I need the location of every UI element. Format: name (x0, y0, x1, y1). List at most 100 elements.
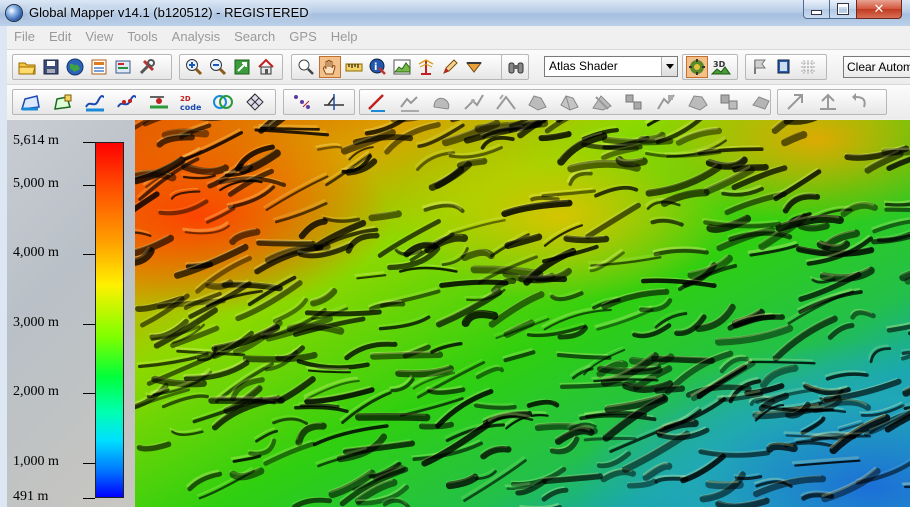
3d-path-icon[interactable] (463, 56, 485, 78)
menu-bar: File Edit View Tools Analysis Search GPS… (7, 26, 910, 48)
chevron-down-icon[interactable] (661, 57, 677, 76)
terrain-shaded-relief[interactable] (135, 120, 910, 507)
globe-icon[interactable] (64, 56, 86, 78)
shader-dropdown-value: Atlas Shader (549, 59, 618, 73)
minimize-button[interactable] (803, 0, 830, 19)
intersect-icon[interactable] (747, 87, 777, 117)
create-point-icon[interactable] (144, 87, 174, 117)
create-area-icon[interactable] (16, 87, 46, 117)
ridge-shadow (748, 360, 816, 365)
3d-view-icon[interactable]: 3D (710, 56, 732, 78)
zoom-in-icon[interactable] (183, 56, 205, 78)
ridge-shadow (766, 442, 798, 453)
binoculars-toolbar (501, 54, 529, 80)
create-toolbar: 2D code (12, 89, 276, 115)
maximize-icon (837, 3, 849, 15)
app-window: Global Mapper v14.1 (b120512) - REGISTER… (0, 0, 910, 507)
draw-line-icon[interactable] (363, 87, 393, 117)
edit-line-icon[interactable] (112, 87, 142, 117)
clear-auto-dropdown[interactable]: Clear Autom (843, 56, 910, 78)
create-line-icon[interactable] (80, 87, 110, 117)
arrow-up-right-icon[interactable] (781, 87, 811, 117)
feature-info-icon[interactable]: i (367, 56, 389, 78)
zoom-toolbar (179, 54, 283, 80)
elevation-color-ramp (95, 142, 124, 498)
cut-icon[interactable] (587, 87, 617, 117)
grid-icon[interactable] (240, 87, 270, 117)
graticule-icon[interactable] (797, 56, 819, 78)
pan-hand-icon[interactable] (319, 56, 341, 78)
svg-text:i: i (374, 62, 377, 73)
insert-vertex-icon[interactable] (619, 87, 649, 117)
menu-edit[interactable]: Edit (42, 26, 78, 48)
menu-gps[interactable]: GPS (282, 26, 323, 48)
digitizer-icon[interactable] (439, 56, 461, 78)
arrow-up-icon[interactable] (813, 87, 843, 117)
path-profile-icon[interactable] (391, 56, 413, 78)
map-view[interactable]: 5,614 m 5,000 m 4,000 m 3,000 m 2,000 m 1,000… (7, 120, 910, 507)
legend-tick (83, 142, 95, 143)
maximize-button[interactable] (829, 0, 857, 19)
open-folder-icon[interactable] (16, 56, 38, 78)
rotate-icon[interactable] (491, 87, 521, 117)
arrow-toolbar (777, 89, 887, 115)
menu-file[interactable]: File (7, 26, 42, 48)
close-button[interactable]: ✕ (856, 0, 902, 19)
ridge-shadow (881, 148, 910, 156)
code-icon[interactable]: 2D code (176, 87, 206, 117)
flag-icon[interactable] (749, 56, 771, 78)
terrain-map[interactable] (135, 120, 910, 507)
crop-icon[interactable] (683, 87, 713, 117)
tools-toolbar: i (291, 54, 505, 80)
edit-toolbar (359, 87, 803, 117)
smooth-icon[interactable] (459, 87, 489, 117)
save-icon[interactable] (40, 56, 62, 78)
union-icon[interactable] (715, 87, 745, 117)
legend-label: 2,000 m (13, 384, 59, 400)
measure-icon[interactable] (343, 56, 365, 78)
menu-help[interactable]: Help (324, 26, 365, 48)
toolbar-row-2: 2D code (7, 84, 910, 119)
legend-label: 3,000 m (13, 314, 59, 330)
menu-tools[interactable]: Tools (120, 26, 164, 48)
home-icon[interactable] (255, 56, 277, 78)
undo-arrow-icon[interactable] (845, 87, 875, 117)
window-title: Global Mapper v14.1 (b120512) - REGISTER… (29, 5, 309, 20)
ridge-highlight (256, 238, 312, 242)
shader-dropdown[interactable]: Atlas Shader (544, 56, 678, 77)
vertex-select-icon[interactable] (287, 87, 317, 117)
split-area-icon[interactable] (555, 87, 585, 117)
move-icon[interactable] (395, 87, 425, 117)
legend-label: 4,000 m (13, 245, 59, 261)
zoom-tool-icon[interactable] (295, 56, 317, 78)
ridge-highlight (881, 147, 910, 151)
globe-app-icon[interactable] (6, 5, 22, 21)
shader-settings-icon[interactable] (686, 56, 708, 78)
zoom-out-icon[interactable] (207, 56, 229, 78)
tools-icon[interactable] (136, 56, 158, 78)
toolbar-row-1: i Atlas Shader 3D Clear Autom (7, 49, 910, 84)
legend-tick (83, 498, 95, 499)
combine-icon[interactable] (523, 87, 553, 117)
ridge-highlight (355, 412, 426, 416)
buffer-icon[interactable] (208, 87, 238, 117)
reshape-icon[interactable] (427, 87, 457, 117)
ridge-shadow (563, 235, 610, 244)
legend-label: 5,000 m (13, 175, 59, 191)
layers-icon[interactable] (773, 56, 795, 78)
title-bar[interactable]: Global Mapper v14.1 (b120512) - REGISTER… (0, 0, 910, 26)
line-split-icon[interactable] (319, 87, 349, 117)
view-shed-icon[interactable] (415, 56, 437, 78)
config-icon[interactable] (112, 56, 134, 78)
delete-vertex-icon[interactable] (651, 87, 681, 117)
layer-control-icon[interactable] (88, 56, 110, 78)
menu-view[interactable]: View (78, 26, 120, 48)
menu-analysis[interactable]: Analysis (165, 26, 227, 48)
svg-text:3D: 3D (713, 60, 726, 69)
legend-tick (83, 393, 95, 395)
edit-area-icon[interactable] (48, 87, 78, 117)
close-icon: ✕ (873, 1, 885, 17)
binoculars-icon[interactable] (505, 56, 527, 78)
menu-search[interactable]: Search (227, 26, 282, 48)
zoom-extents-icon[interactable] (231, 56, 253, 78)
